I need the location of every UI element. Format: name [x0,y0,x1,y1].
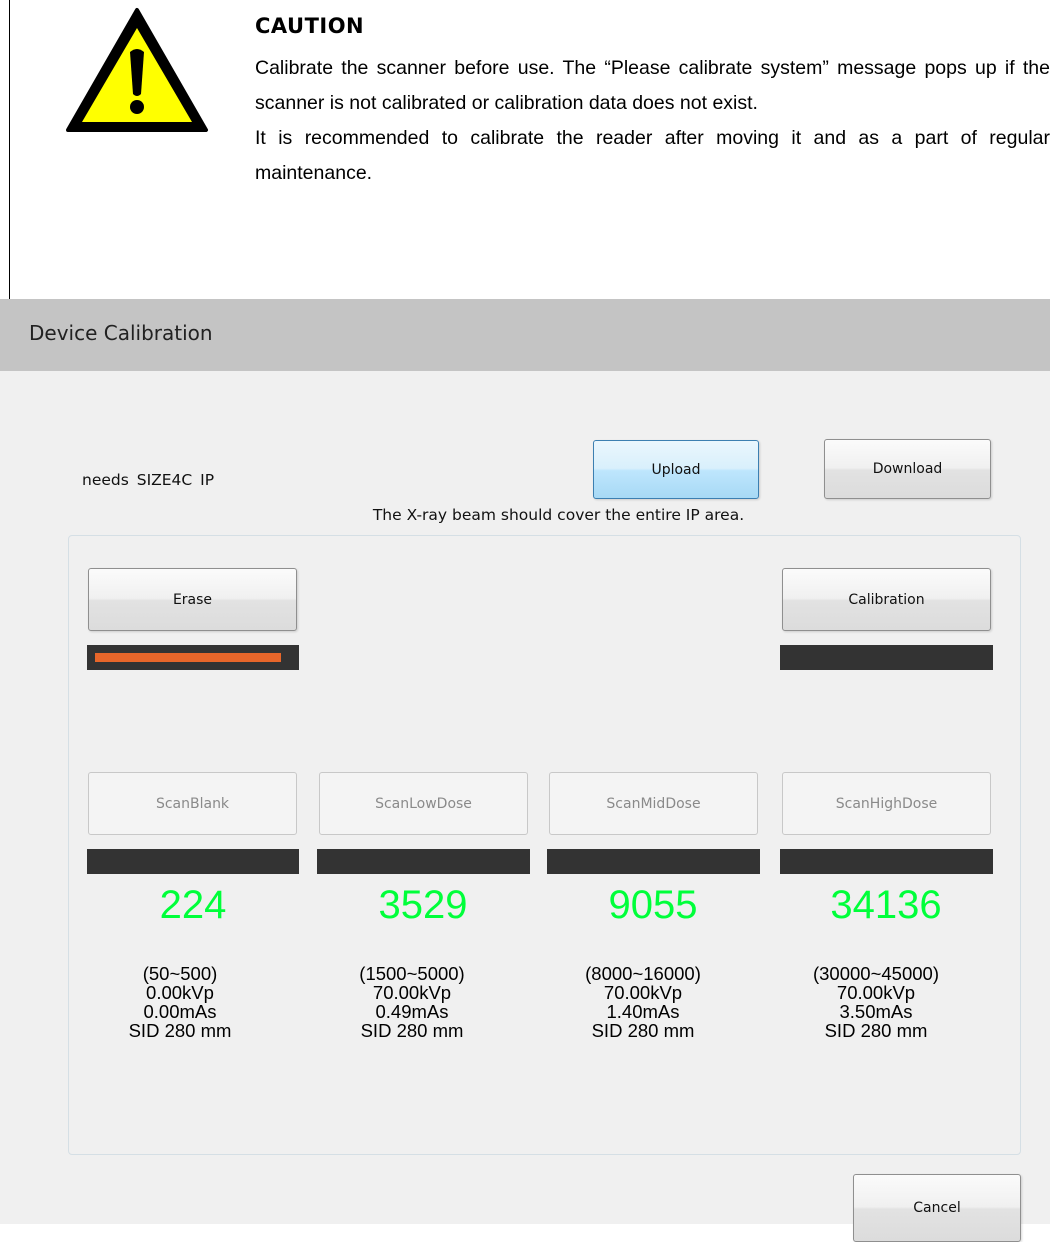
scan-high-dose-params: (30000~45000) 70.00kVp 3.50mAs SID 280 m… [770,964,982,1040]
caution-title: CAUTION [255,14,365,38]
sid-value: SID 280 mm [128,1020,232,1041]
mas-value: 3.50mAs [839,1001,913,1022]
kvp-value: 70.00kVp [603,982,683,1003]
scan-blank-progress-bar [87,849,299,874]
scan-blank-button[interactable]: ScanBlank [88,772,297,835]
mas-value: 1.40mAs [606,1001,680,1022]
mas-value: 0.00mAs [143,1001,217,1022]
kvp-value: 70.00kVp [372,982,452,1003]
scan-mid-dose-reading: 9055 [608,883,698,927]
scan-mid-dose-params: (8000~16000) 70.00kVp 1.40mAs SID 280 mm [537,964,749,1040]
scan-low-dose-reading: 3529 [378,883,468,927]
scan-mid-dose-button[interactable]: ScanMidDose [549,772,758,835]
warning-triangle-icon [66,8,208,132]
calibration-progress-bar [780,645,993,670]
kvp-value: 70.00kVp [836,982,916,1003]
instruction-text: The X-ray beam should cover the entire I… [372,506,745,524]
caution-paragraph: It is recommended to calibrate the reade… [255,127,1050,184]
erase-progress-bar [87,645,299,670]
upload-button[interactable]: Upload [593,440,759,499]
dose-range: (50~500) [142,963,218,984]
sid-value: SID 280 mm [591,1020,695,1041]
erase-progress-fill [95,653,281,662]
sid-value: SID 280 mm [360,1020,464,1041]
scan-mid-dose-progress-bar [547,849,760,874]
scan-low-dose-button[interactable]: ScanLowDose [319,772,528,835]
scan-high-dose-reading: 34136 [830,883,942,927]
needs-ip-label: needs SIZE4C IP [82,471,215,489]
dose-range: (30000~45000) [812,963,939,984]
scan-low-dose-params: (1500~5000) 70.00kVp 0.49mAs SID 280 mm [306,964,518,1040]
scan-blank-reading: 224 [159,883,227,927]
scan-low-dose-progress-bar [317,849,530,874]
scan-blank-params: (50~500) 0.00kVp 0.00mAs SID 280 mm [74,964,286,1040]
dialog-titlebar: Device Calibration [0,299,1050,371]
scan-high-dose-button[interactable]: ScanHighDose [782,772,991,835]
caution-paragraph: Calibrate the scanner before use. The “P… [255,57,1050,114]
erase-button[interactable]: Erase [88,568,297,631]
kvp-value: 0.00kVp [146,982,214,1003]
dialog-title: Device Calibration [29,321,213,345]
download-button[interactable]: Download [824,439,991,499]
cancel-button[interactable]: Cancel [853,1174,1021,1242]
dose-range: (8000~16000) [585,963,701,984]
scan-high-dose-progress-bar [780,849,993,874]
dose-range: (1500~5000) [359,963,465,984]
mas-value: 0.49mAs [375,1001,449,1022]
sid-value: SID 280 mm [824,1020,928,1041]
caution-text: Calibrate the scanner before use. The “P… [255,51,1050,191]
calibration-button[interactable]: Calibration [782,568,991,631]
